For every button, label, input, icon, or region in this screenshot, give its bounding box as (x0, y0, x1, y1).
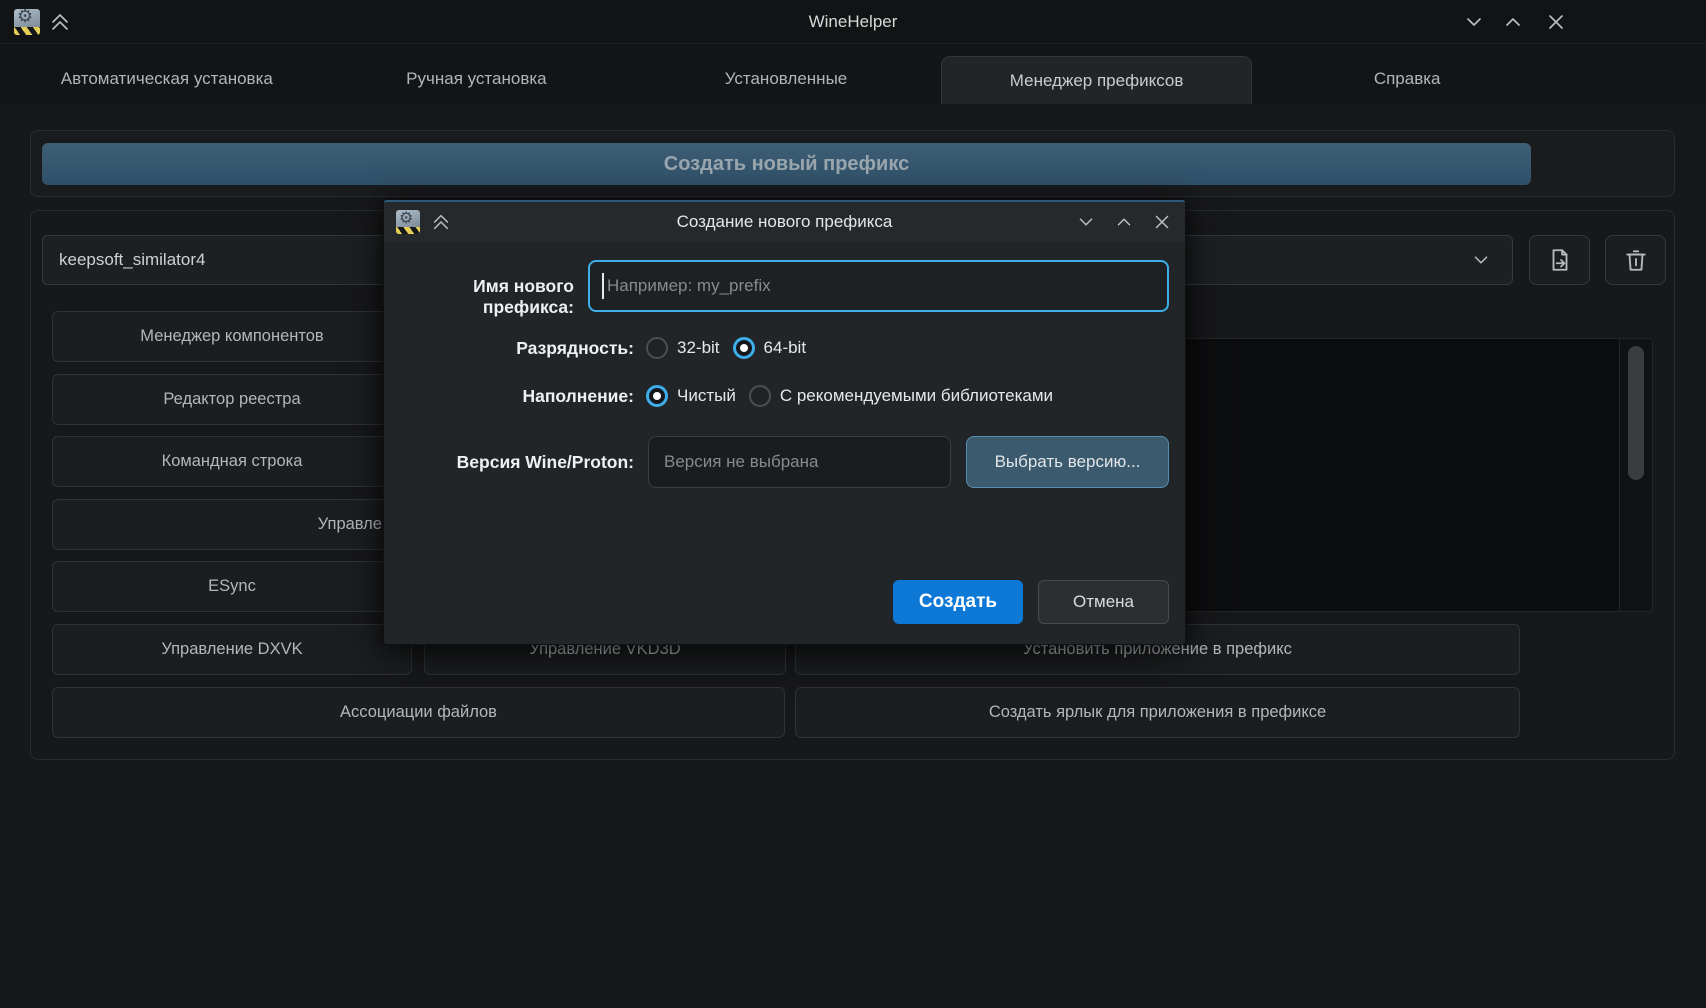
tab-installed[interactable]: Установленные (631, 56, 941, 101)
command-line-button[interactable]: Командная строка (52, 436, 412, 487)
chevron-down-icon (1470, 249, 1492, 271)
tab-prefix-manager[interactable]: Менеджер префиксов (941, 56, 1253, 104)
wine-version-input[interactable] (648, 436, 951, 488)
prefix-name-label: Имя нового префикса: (404, 276, 574, 318)
document-export-icon (1547, 247, 1573, 273)
select-version-button[interactable]: Выбрать версию... (966, 436, 1169, 488)
tab-bar: Автоматическая установка Ручная установк… (12, 56, 1562, 104)
dialog-controls (1075, 202, 1173, 242)
titlebar: ⚙ WineHelper (0, 0, 1706, 44)
document-export-button[interactable] (1529, 235, 1590, 285)
winehelper-window: ⚙ WineHelper Автоматическая установка Ру… (0, 0, 1706, 1008)
dialog-title: Создание нового префикса (384, 202, 1185, 242)
dialog-maximize-icon[interactable] (1113, 211, 1135, 233)
radio-recommended-libs-label[interactable]: С рекомендуемыми библиотеками (780, 386, 1053, 406)
prefix-name-field-wrap (588, 260, 1169, 312)
delete-prefix-button[interactable] (1605, 235, 1666, 285)
fill-label: Наполнение: (404, 386, 634, 407)
scrollbar-thumb[interactable] (1628, 346, 1644, 480)
create-new-prefix-button[interactable]: Создать новый префикс (42, 143, 1531, 185)
text-caret (602, 273, 604, 299)
components-manager-button[interactable]: Менеджер компонентов (52, 311, 412, 362)
fill-radio-group: Чистый С рекомендуемыми библиотеками (646, 380, 1053, 412)
arch-label: Разрядность: (404, 338, 634, 359)
dialog-titlebar: ⚙ Создание нового префикса (384, 202, 1185, 242)
tab-help[interactable]: Справка (1252, 56, 1562, 101)
registry-editor-button[interactable]: Редактор реестра (52, 374, 412, 425)
radio-32bit-label[interactable]: 32-bit (677, 338, 720, 358)
dxvk-button[interactable]: Управление DXVK (52, 624, 412, 675)
file-associations-button[interactable]: Ассоциации файлов (52, 687, 785, 738)
window-top-chrome: ⚙ WineHelper Автоматическая установка Ру… (0, 0, 1706, 104)
create-shortcut-button[interactable]: Создать ярлык для приложения в префиксе (795, 687, 1520, 738)
create-prefix-dialog: ⚙ Создание нового префикса Имя нового пр… (383, 200, 1186, 645)
tab-auto-install[interactable]: Автоматическая установка (12, 56, 322, 101)
close-icon[interactable] (1542, 10, 1570, 34)
arch-radio-group: 32-bit 64-bit (646, 332, 806, 364)
radio-clean-label[interactable]: Чистый (677, 386, 736, 406)
radio-64bit-label[interactable]: 64-bit (764, 338, 807, 358)
maximize-icon[interactable] (1499, 10, 1527, 34)
window-title: WineHelper (0, 0, 1706, 44)
dialog-cancel-button[interactable]: Отмена (1038, 580, 1169, 624)
radio-32bit[interactable] (646, 337, 668, 359)
radio-recommended-libs[interactable] (749, 385, 771, 407)
esync-button[interactable]: ESync (52, 561, 412, 612)
dialog-create-button[interactable]: Создать (893, 580, 1023, 624)
prefix-name-input[interactable] (588, 260, 1169, 312)
wine-version-label: Версия Wine/Proton: (404, 452, 634, 473)
scrollbar-track[interactable] (1619, 339, 1652, 611)
dialog-minimize-icon[interactable] (1075, 211, 1097, 233)
dialog-close-icon[interactable] (1151, 211, 1173, 233)
tab-manual-install[interactable]: Ручная установка (322, 56, 632, 101)
minimize-icon[interactable] (1460, 10, 1488, 34)
radio-64bit[interactable] (733, 337, 755, 359)
radio-clean[interactable] (646, 385, 668, 407)
trash-icon (1623, 247, 1649, 273)
